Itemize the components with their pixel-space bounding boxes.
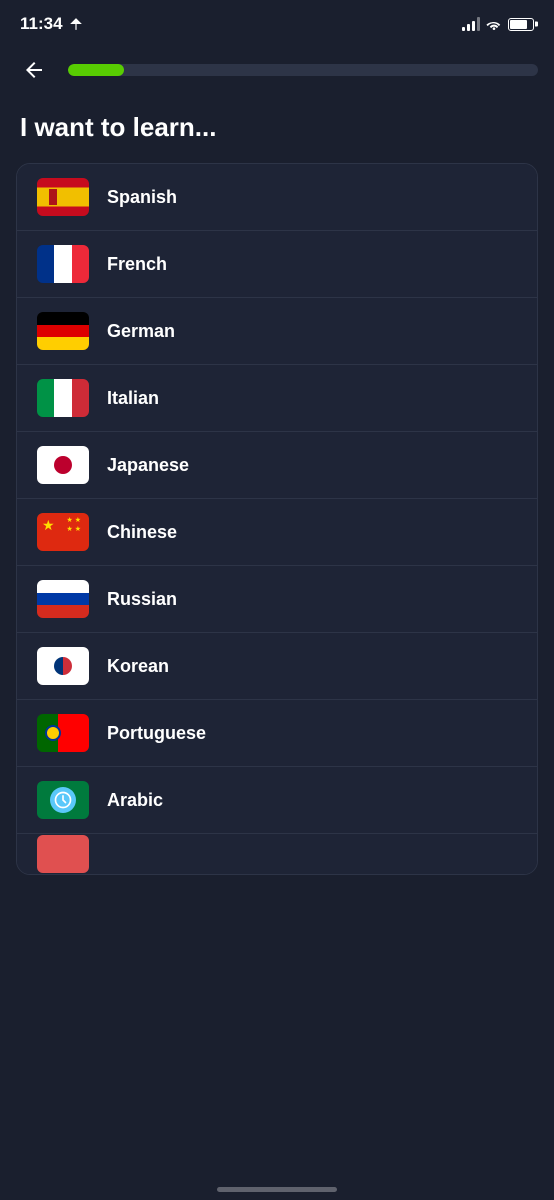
language-item-german[interactable]: German — [17, 298, 537, 365]
flag-arabic — [37, 781, 89, 819]
language-item-korean[interactable]: Korean — [17, 633, 537, 700]
language-item-portuguese[interactable]: Portuguese — [17, 700, 537, 767]
home-indicator — [0, 1175, 554, 1200]
flag-chinese: ★ ★ ★ ★ ★ — [37, 513, 89, 551]
language-name-french: French — [107, 254, 167, 275]
language-item-partial[interactable] — [17, 834, 537, 874]
language-list: Spanish French German Italian Japa — [16, 163, 538, 875]
language-name-spanish: Spanish — [107, 187, 177, 208]
language-name-portuguese: Portuguese — [107, 723, 206, 744]
status-bar: 11:34 — [0, 0, 554, 44]
page-title: I want to learn... — [0, 104, 554, 163]
language-item-arabic[interactable]: Arabic — [17, 767, 537, 834]
back-button[interactable] — [16, 52, 52, 88]
signal-icon — [462, 17, 480, 31]
language-item-chinese[interactable]: ★ ★ ★ ★ ★ Chinese — [17, 499, 537, 566]
flag-french — [37, 245, 89, 283]
flag-spanish — [37, 178, 89, 216]
flag-russian — [37, 580, 89, 618]
language-item-russian[interactable]: Russian — [17, 566, 537, 633]
battery-icon — [508, 18, 534, 31]
status-icons — [462, 17, 534, 31]
language-item-french[interactable]: French — [17, 231, 537, 298]
progress-bar-fill — [68, 64, 124, 76]
wifi-icon — [486, 18, 502, 30]
flag-german — [37, 312, 89, 350]
language-item-spanish[interactable]: Spanish — [17, 164, 537, 231]
top-nav — [0, 44, 554, 104]
language-name-russian: Russian — [107, 589, 177, 610]
language-name-italian: Italian — [107, 388, 159, 409]
language-item-italian[interactable]: Italian — [17, 365, 537, 432]
time-display: 11:34 — [20, 14, 63, 34]
location-icon — [69, 17, 83, 31]
flag-korean — [37, 647, 89, 685]
flag-italian — [37, 379, 89, 417]
status-time: 11:34 — [20, 14, 83, 34]
flag-japanese — [37, 446, 89, 484]
language-name-japanese: Japanese — [107, 455, 189, 476]
progress-bar — [68, 64, 538, 76]
flag-portuguese — [37, 714, 89, 752]
language-item-japanese[interactable]: Japanese — [17, 432, 537, 499]
flag-partial — [37, 835, 89, 873]
language-name-german: German — [107, 321, 175, 342]
language-name-korean: Korean — [107, 656, 169, 677]
language-name-chinese: Chinese — [107, 522, 177, 543]
language-name-arabic: Arabic — [107, 790, 163, 811]
home-indicator-bar — [217, 1187, 337, 1192]
